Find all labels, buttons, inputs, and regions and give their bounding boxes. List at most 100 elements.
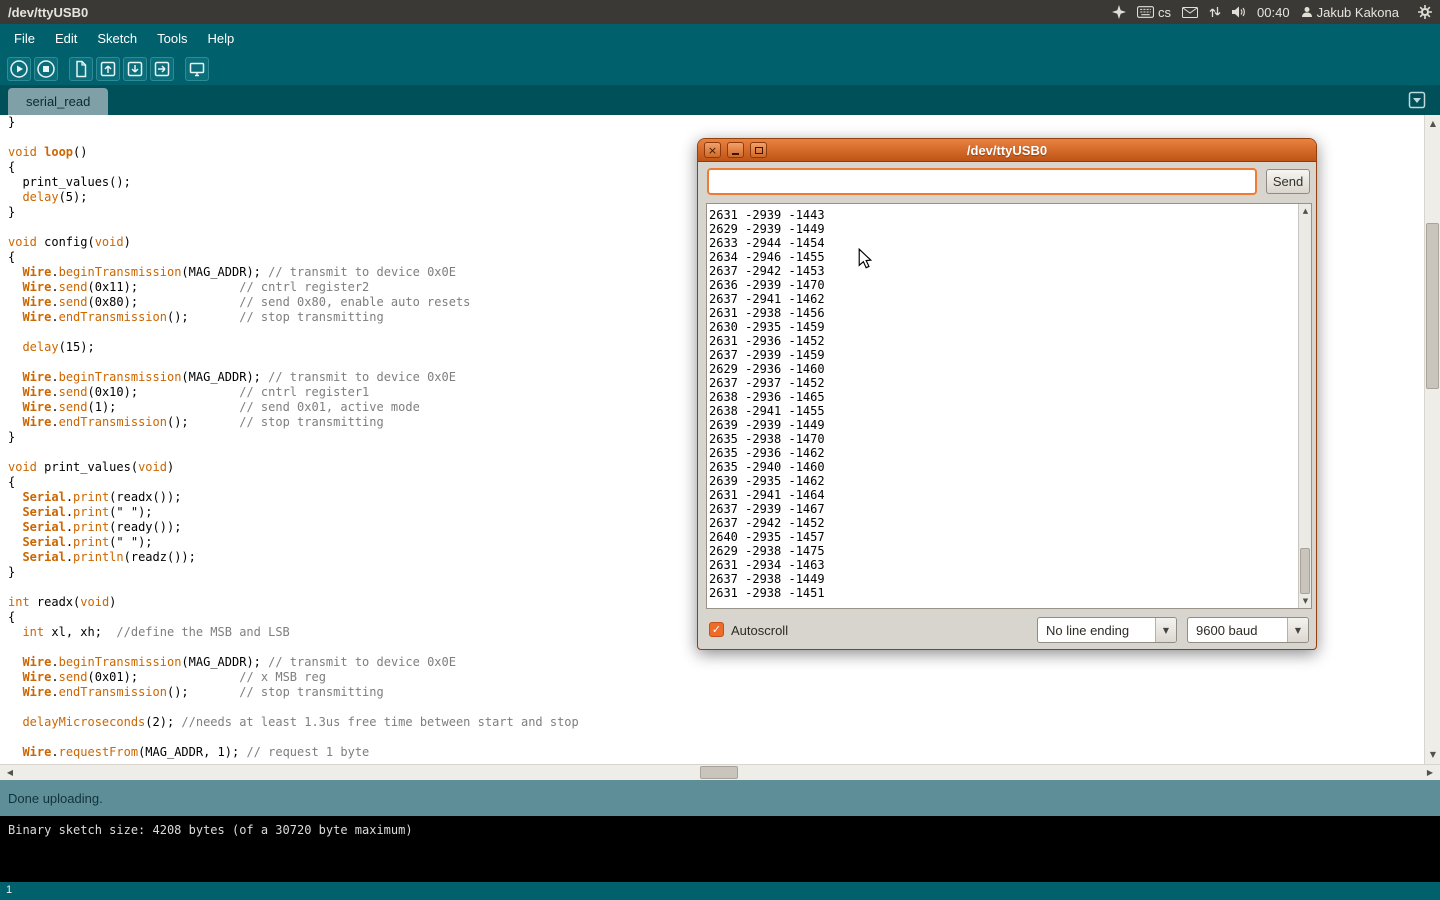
mouse-cursor: [857, 248, 873, 270]
editor-vscroll-thumb[interactable]: [1426, 223, 1439, 389]
stop-icon: [35, 58, 57, 80]
serial-scroll-down-arrow[interactable]: ▼: [1299, 595, 1312, 607]
menu-item-tools[interactable]: Tools: [147, 26, 197, 51]
menu-item-sketch[interactable]: Sketch: [87, 26, 147, 51]
serial-line: 2639 -2939 -1449: [709, 418, 1297, 432]
serial-line: 2638 -2941 -1455: [709, 404, 1297, 418]
close-button[interactable]: ×: [704, 142, 721, 158]
clock[interactable]: 00:40: [1257, 5, 1290, 20]
editor-horizontal-scrollbar[interactable]: ◀ ▶: [0, 764, 1440, 780]
verify-button[interactable]: [7, 57, 31, 81]
serial-monitor-title: /dev/ttyUSB0: [698, 143, 1316, 158]
user-name-label: Jakub Kakona: [1317, 5, 1399, 20]
maximize-button[interactable]: [750, 142, 767, 158]
panel-indicators: cs 00:40 Jakub Kakona: [1112, 5, 1432, 20]
chevron-down-icon[interactable]: ▼: [1287, 618, 1308, 642]
code-line: Wire.endTransmission(); // stop transmit…: [8, 685, 1424, 700]
up-arrow-box-icon: [97, 58, 119, 80]
console-line: Binary sketch size: 4208 bytes (of a 307…: [8, 823, 413, 837]
serial-line: 2640 -2935 -1457: [709, 530, 1297, 544]
serial-line: 2631 -2938 -1456: [709, 306, 1297, 320]
autoscroll-checkbox[interactable]: ✓: [709, 622, 724, 637]
gear-icon[interactable]: [1418, 5, 1432, 19]
serial-monitor-window: /dev/ttyUSB0 × Send 2631 -2939 -14432629…: [697, 138, 1317, 650]
editor-hscroll-thumb[interactable]: [700, 766, 738, 779]
new-sketch-button[interactable]: [69, 57, 93, 81]
code-line: [8, 700, 1424, 715]
code-line: Wire.send(0x01); // x MSB reg: [8, 670, 1424, 685]
keyboard-indicator[interactable]: cs: [1137, 5, 1171, 20]
serial-monitor-button[interactable]: [185, 57, 209, 81]
serial-scroll-thumb[interactable]: [1300, 548, 1310, 594]
close-icon: ×: [708, 145, 717, 156]
right-arrow-box-icon: [151, 58, 173, 80]
menu-item-file[interactable]: File: [4, 26, 45, 51]
chevron-down-icon[interactable]: ▼: [1155, 618, 1176, 642]
serial-line: 2635 -2940 -1460: [709, 460, 1297, 474]
upload-button[interactable]: [150, 57, 174, 81]
serial-output-text: 2631 -2939 -14432629 -2939 -14492633 -29…: [709, 208, 1297, 608]
menu-item-edit[interactable]: Edit: [45, 26, 87, 51]
status-message: Done uploading.: [8, 791, 103, 806]
serial-line: 2636 -2939 -1470: [709, 278, 1297, 292]
save-button[interactable]: [123, 57, 147, 81]
serial-monitor-titlebar[interactable]: /dev/ttyUSB0 ×: [698, 139, 1316, 162]
serial-scroll-up-arrow[interactable]: ▲: [1299, 205, 1312, 217]
serial-line: 2637 -2942 -1453: [709, 264, 1297, 278]
scroll-left-arrow[interactable]: ◀: [3, 765, 17, 781]
serial-line: 2631 -2938 -1451: [709, 586, 1297, 600]
code-line: }: [8, 115, 1424, 130]
serial-line: 2631 -2939 -1443: [709, 208, 1297, 222]
minimize-icon: [732, 153, 739, 155]
scroll-up-arrow[interactable]: ▲: [1425, 117, 1440, 131]
serial-line: 2637 -2939 -1467: [709, 502, 1297, 516]
minimize-button[interactable]: [727, 142, 744, 158]
tabbar: serial_read: [0, 85, 1440, 115]
serial-output[interactable]: 2631 -2939 -14432629 -2939 -14492633 -29…: [706, 203, 1312, 609]
scroll-right-arrow[interactable]: ▶: [1423, 765, 1437, 781]
serial-line: 2637 -2939 -1459: [709, 348, 1297, 362]
tab-menu-button[interactable]: [1406, 89, 1428, 111]
serial-line: 2631 -2934 -1463: [709, 558, 1297, 572]
serial-output-scrollbar[interactable]: ▲ ▼: [1298, 204, 1311, 608]
send-button[interactable]: Send: [1266, 169, 1310, 194]
down-arrow-box-icon: [124, 58, 146, 80]
volume-icon[interactable]: [1232, 6, 1246, 18]
mail-icon[interactable]: [1182, 7, 1198, 18]
serial-line: 2637 -2942 -1452: [709, 516, 1297, 530]
baud-rate-dropdown[interactable]: 9600 baud ▼: [1187, 617, 1309, 643]
play-icon: [8, 58, 30, 80]
editor-vertical-scrollbar[interactable]: ▲ ▼: [1424, 115, 1440, 764]
code-line: [8, 730, 1424, 745]
scroll-down-arrow[interactable]: ▼: [1425, 748, 1440, 762]
keyboard-icon: [1137, 6, 1154, 18]
indicator-star-icon[interactable]: [1112, 5, 1126, 19]
code-line: Wire.requestFrom(MAG_ADDR, 1); // reques…: [8, 745, 1424, 760]
tab-serial-read[interactable]: serial_read: [8, 88, 108, 115]
check-icon: ✓: [712, 623, 721, 636]
serial-line: 2638 -2936 -1465: [709, 390, 1297, 404]
serial-line: 2629 -2939 -1449: [709, 222, 1297, 236]
line-ending-dropdown[interactable]: No line ending ▼: [1037, 617, 1177, 643]
user-menu[interactable]: Jakub Kakona: [1301, 5, 1399, 20]
serial-monitor-footer: ✓ Autoscroll No line ending ▼ 9600 baud …: [698, 616, 1316, 646]
serial-line: 2639 -2935 -1462: [709, 474, 1297, 488]
ubuntu-top-panel: /dev/ttyUSB0 cs 00:40: [0, 0, 1440, 24]
autoscroll-label: Autoscroll: [731, 623, 788, 638]
open-button[interactable]: [96, 57, 120, 81]
monitor-icon: [186, 58, 208, 80]
window-title: /dev/ttyUSB0: [8, 5, 88, 20]
serial-line: 2631 -2941 -1464: [709, 488, 1297, 502]
menubar: FileEditSketchToolsHelp: [0, 24, 1440, 52]
keyboard-layout-label: cs: [1158, 5, 1171, 20]
code-line: delayMicroseconds(2); //needs at least 1…: [8, 715, 1424, 730]
serial-line: 2631 -2936 -1452: [709, 334, 1297, 348]
serial-line: 2629 -2936 -1460: [709, 362, 1297, 376]
serial-send-input[interactable]: [707, 168, 1257, 195]
serial-line: 2634 -2946 -1455: [709, 250, 1297, 264]
menu-item-help[interactable]: Help: [197, 26, 244, 51]
serial-line: 2635 -2936 -1462: [709, 446, 1297, 460]
stop-button[interactable]: [34, 57, 58, 81]
code-line: Wire.beginTransmission(MAG_ADDR); // tra…: [8, 655, 1424, 670]
network-arrows-icon[interactable]: [1209, 6, 1221, 18]
